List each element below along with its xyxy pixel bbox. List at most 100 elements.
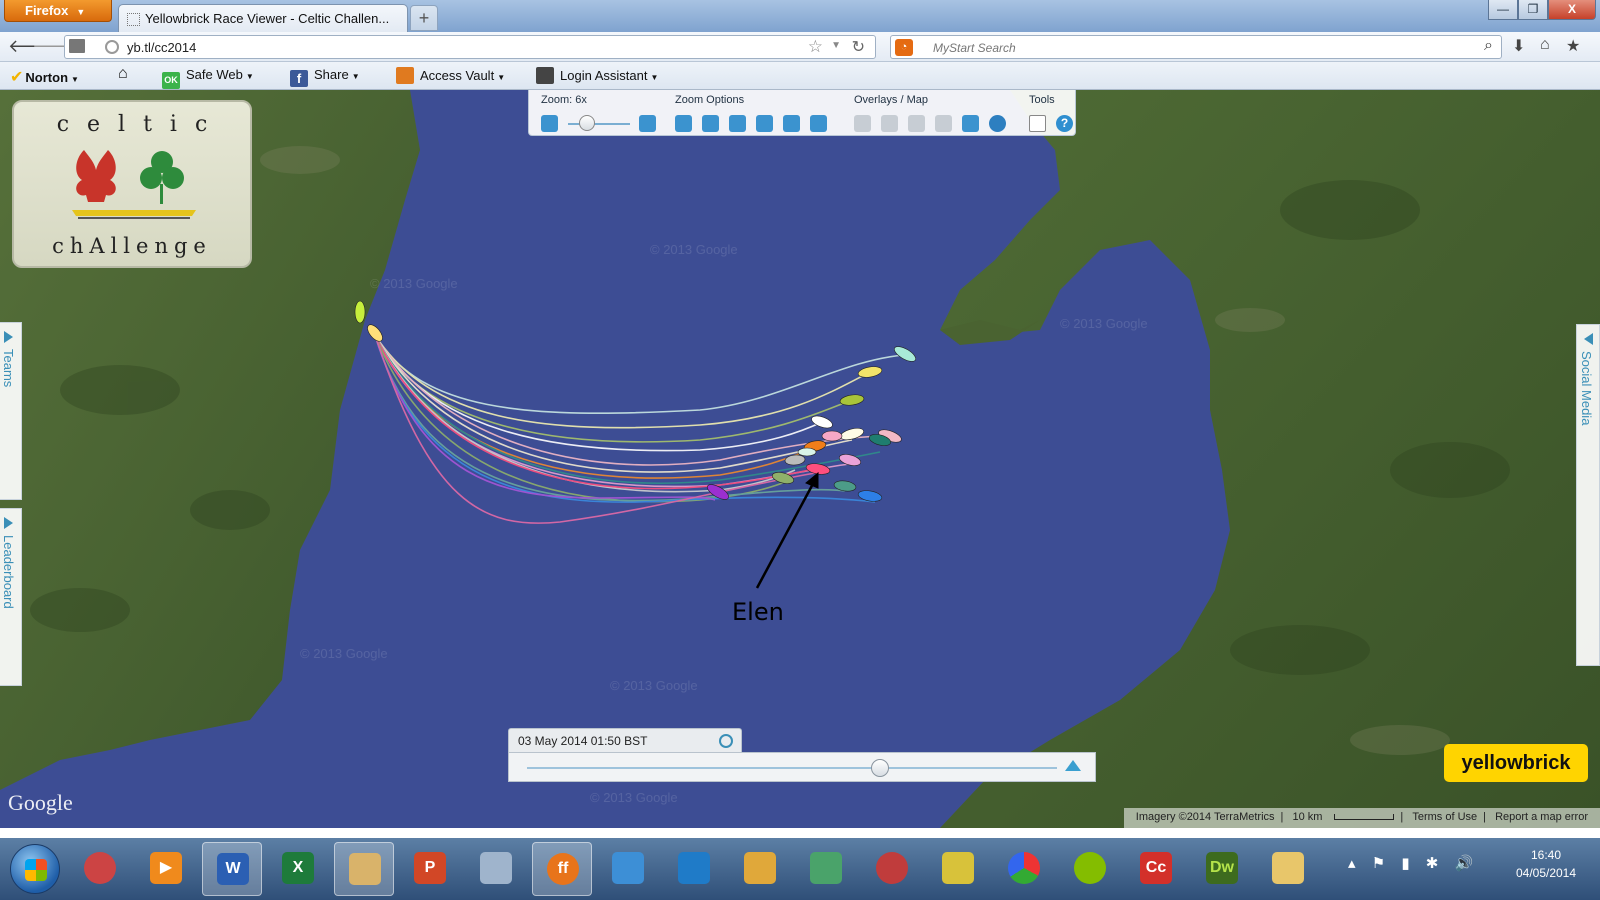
maximize-button[interactable]: ❐ <box>1518 0 1548 20</box>
map-watermark: © 2013 Google <box>650 242 738 257</box>
bluetooth-icon[interactable]: ✱ <box>1426 855 1439 872</box>
new-tab-button[interactable]: + <box>410 5 438 31</box>
taskbar-dreamweaver[interactable]: Dw <box>1192 842 1252 896</box>
globe-icon[interactable] <box>989 115 1006 132</box>
window-controls: — ❐ X <box>1488 0 1596 20</box>
taskbar-calculator[interactable] <box>466 842 526 896</box>
control-panel-icon <box>612 852 644 884</box>
report-error-link[interactable]: Report a map error <box>1495 811 1588 823</box>
expand-arrow-icon <box>4 517 13 529</box>
playback-handle[interactable] <box>871 759 889 777</box>
zoom-in-icon[interactable] <box>639 115 656 132</box>
timestamp-header: 03 May 2014 01:50 BST <box>508 728 742 752</box>
day-night-icon[interactable] <box>881 115 898 132</box>
grid-overlay-icon[interactable] <box>854 115 871 132</box>
measure-tool-icon[interactable] <box>1029 115 1046 132</box>
yellowbrick-logo[interactable]: yellowbrick <box>1444 744 1588 782</box>
taskbar-control-panel[interactable] <box>598 842 658 896</box>
minimize-button[interactable]: — <box>1488 0 1518 20</box>
taskbar-spotify[interactable] <box>1060 842 1120 896</box>
taskbar-media-player[interactable]: ▶ <box>136 842 196 896</box>
route-overlay-icon[interactable] <box>962 115 979 132</box>
map-watermark: © 2013 Google <box>590 790 678 805</box>
vault-icon <box>396 67 414 84</box>
bookmarks-menu-icon[interactable]: ★ <box>1566 36 1580 56</box>
battery-icon[interactable]: ▮ <box>1401 855 1409 872</box>
zoom-plus-icon[interactable] <box>702 115 719 132</box>
map-attribution: Imagery ©2014 TerraMetrics | 10 km | Terms… <box>1123 808 1600 828</box>
home-icon[interactable]: ⌂ <box>1540 36 1550 54</box>
taskbar-picasa[interactable] <box>994 842 1054 896</box>
chevron-down-icon: ▼ <box>650 73 659 82</box>
history-dropdown-icon[interactable]: ▼ <box>831 40 841 51</box>
zoom-to-fleet-icon[interactable] <box>675 115 692 132</box>
norton-menu[interactable]: ✔ Norton ▼ <box>10 67 79 87</box>
firefox-menu-button[interactable]: Firefox ▼ <box>4 0 112 22</box>
zoom-slider-track[interactable] <box>568 123 630 125</box>
close-window-button[interactable]: X <box>1548 0 1596 20</box>
boat-marker <box>821 430 843 442</box>
access-vault-label: Access Vault <box>420 68 495 83</box>
terms-link[interactable]: Terms of Use <box>1412 811 1477 823</box>
powerpoint-icon: P <box>414 852 446 884</box>
bookmark-star-icon[interactable]: ☆ <box>808 37 823 57</box>
zoom-slider-handle[interactable] <box>579 115 595 131</box>
map-watermark: © 2013 Google <box>370 276 458 291</box>
help-icon[interactable]: ? <box>1056 115 1073 132</box>
user-folder-icon <box>744 852 776 884</box>
login-assistant-menu[interactable]: Login Assistant ▼ <box>536 67 658 84</box>
home-icon[interactable]: ⌂ <box>118 65 128 83</box>
zoom-selection-icon[interactable] <box>729 115 746 132</box>
taskbar-network[interactable] <box>796 842 856 896</box>
taskbar-bug-app[interactable] <box>862 842 922 896</box>
search-engine-icon[interactable]: ◔ <box>895 39 913 56</box>
wind-overlay-icon[interactable] <box>908 115 925 132</box>
logo-title-top: celtic <box>56 112 226 137</box>
taskbar-word[interactable]: W <box>202 842 262 896</box>
taskbar-excel[interactable]: X <box>268 842 328 896</box>
search-box[interactable]: ◔ MyStart Search ⌕ <box>890 35 1502 59</box>
taskbar-firefox[interactable]: ff <box>532 842 592 896</box>
bookmarks-library-icon[interactable] <box>69 39 85 53</box>
zoom-out-icon[interactable] <box>541 115 558 132</box>
safe-web-menu[interactable]: OK Safe Web ▼ <box>162 67 254 89</box>
teams-tab[interactable]: Teams <box>0 322 22 500</box>
taskbar-user-folder[interactable] <box>730 842 790 896</box>
action-center-flag-icon[interactable]: ⚑ <box>1372 855 1385 872</box>
race-map[interactable]: © 2013 Google © 2013 Google © 2013 Googl… <box>0 90 1600 828</box>
zoom-exit-icon[interactable] <box>810 115 827 132</box>
system-tray: ▴ ⚑ ▮ ✱ 🔊 <box>1348 854 1485 872</box>
expand-up-icon[interactable] <box>1065 760 1081 771</box>
page-favicon-icon <box>127 13 140 26</box>
access-vault-menu[interactable]: Access Vault ▼ <box>396 67 505 84</box>
zoom-group-icon[interactable] <box>756 115 773 132</box>
site-identity-icon[interactable] <box>105 40 119 54</box>
taskbar-explorer-window[interactable] <box>334 842 394 896</box>
volume-icon[interactable]: 🔊 <box>1455 855 1474 872</box>
playback-slider <box>508 752 1096 782</box>
browser-tab[interactable]: Yellowbrick Race Viewer - Celtic Challen… <box>118 4 408 32</box>
taskbar-creative-cloud[interactable]: Cc <box>1126 842 1186 896</box>
google-logo[interactable]: Google <box>8 790 73 816</box>
clock-icon[interactable] <box>719 734 733 748</box>
social-media-tab[interactable]: Social Media <box>1576 324 1600 666</box>
chevron-down-icon: ▼ <box>497 73 506 82</box>
leaderboard-tab[interactable]: Leaderboard <box>0 508 22 686</box>
show-hidden-icons-icon[interactable]: ▴ <box>1348 855 1356 872</box>
fullscreen-icon[interactable] <box>783 115 800 132</box>
remote-desktop-icon <box>678 852 710 884</box>
system-clock[interactable]: 16:40 04/05/2014 <box>1498 846 1594 882</box>
taskbar-libraries[interactable] <box>1258 842 1318 896</box>
start-button[interactable] <box>10 844 60 894</box>
taskbar-remote-desktop[interactable] <box>664 842 724 896</box>
address-bar[interactable]: yb.tl/cc2014 ☆ ▼ ↻ <box>64 35 876 59</box>
taskbar-tools-app[interactable] <box>928 842 988 896</box>
share-menu[interactable]: f Share ▼ <box>290 67 360 87</box>
search-icon[interactable]: ⌕ <box>1484 37 1493 55</box>
tide-overlay-icon[interactable] <box>935 115 952 132</box>
download-icon[interactable]: ⬇ <box>1512 36 1525 56</box>
taskbar-snipping-tool[interactable] <box>70 842 130 896</box>
reload-icon[interactable]: ↻ <box>852 37 865 57</box>
playback-track[interactable] <box>527 767 1057 769</box>
taskbar-powerpoint[interactable]: P <box>400 842 460 896</box>
